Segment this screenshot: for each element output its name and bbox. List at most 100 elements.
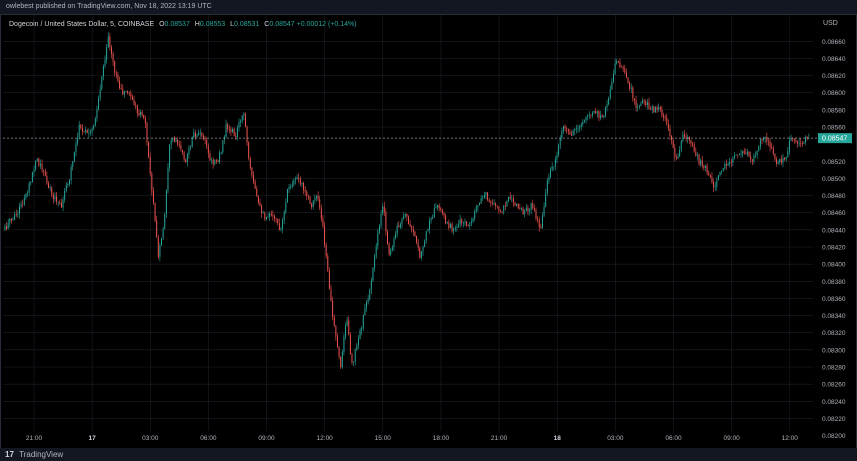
candle-body bbox=[651, 106, 653, 110]
candle-body bbox=[12, 219, 14, 221]
candle-body bbox=[742, 151, 744, 154]
publish-banner: owlebest published on TradingView.com, N… bbox=[0, 0, 857, 14]
candle-body bbox=[201, 132, 203, 136]
candle-body bbox=[696, 154, 698, 156]
candle-body bbox=[490, 201, 492, 204]
candle-body bbox=[382, 206, 384, 215]
candle-body bbox=[600, 115, 602, 119]
candle-body bbox=[349, 335, 351, 355]
candle-body bbox=[527, 207, 529, 212]
candle-body bbox=[448, 222, 450, 228]
candle-body bbox=[721, 170, 723, 172]
candle-body bbox=[661, 109, 663, 116]
candle-body bbox=[583, 120, 585, 122]
candle-body bbox=[729, 161, 731, 164]
candle-body bbox=[185, 159, 187, 163]
candle-body bbox=[756, 151, 758, 156]
candle-body bbox=[156, 220, 158, 238]
candle-body bbox=[519, 208, 521, 209]
candle-body bbox=[186, 154, 188, 163]
candlestick-chart[interactable]: 0.08660 0.08640 0.08620 0.08600 0.08580 0.085… bbox=[1, 15, 856, 448]
candle-body bbox=[91, 128, 93, 132]
candle-body bbox=[625, 72, 627, 78]
candle-body bbox=[675, 157, 677, 159]
chart-frame[interactable]: Dogecoin / United States Dollar, 5, COIN… bbox=[0, 14, 857, 449]
candle-body bbox=[27, 192, 29, 194]
price-tick-label: 0.08340 bbox=[822, 313, 846, 320]
candle-body bbox=[85, 129, 87, 133]
candle-body bbox=[491, 203, 493, 204]
symbol-name[interactable]: Dogecoin / United States Dollar, 5, COIN… bbox=[9, 21, 154, 28]
tradingview-logo-icon[interactable]: 17 bbox=[5, 448, 14, 461]
candle-body bbox=[438, 205, 440, 209]
candle-body bbox=[60, 202, 62, 208]
candle-body bbox=[514, 202, 516, 206]
candle-body bbox=[535, 209, 537, 219]
price-tick-label: 0.08220 bbox=[822, 416, 846, 423]
candle-body bbox=[509, 196, 511, 199]
candle-body bbox=[433, 208, 435, 217]
candle-body bbox=[222, 139, 224, 153]
change-value: +0.00012 (+0.14%) bbox=[296, 21, 357, 28]
candle-body bbox=[296, 177, 298, 180]
candle-body bbox=[503, 205, 505, 212]
candle-body bbox=[685, 136, 687, 140]
candle-body bbox=[743, 151, 745, 154]
candle-body bbox=[735, 154, 737, 156]
candle-body bbox=[734, 155, 736, 158]
candle-body bbox=[261, 205, 263, 214]
candle-body bbox=[217, 160, 219, 163]
candle-body bbox=[207, 146, 209, 154]
candle-body bbox=[62, 199, 64, 208]
candle-body bbox=[520, 208, 522, 209]
candle-body bbox=[619, 62, 621, 67]
candle-body bbox=[388, 244, 390, 255]
candle-body bbox=[640, 103, 642, 107]
candle-body bbox=[144, 118, 146, 124]
candle-body bbox=[157, 237, 159, 257]
candle-body bbox=[7, 222, 9, 229]
candle-body bbox=[564, 126, 566, 129]
candle-body bbox=[75, 143, 77, 153]
candle-body bbox=[566, 128, 568, 130]
price-tick-label: 0.08420 bbox=[822, 245, 846, 252]
candle-body bbox=[601, 115, 603, 118]
candle-body bbox=[412, 228, 414, 232]
candle-body bbox=[761, 139, 763, 141]
candle-body bbox=[474, 211, 476, 219]
candle-body bbox=[361, 328, 363, 331]
candle-body bbox=[283, 211, 285, 220]
candle-body bbox=[314, 198, 316, 201]
candle-body bbox=[758, 146, 760, 152]
candle-body bbox=[645, 101, 647, 105]
price-tick-label: 0.08620 bbox=[822, 73, 846, 80]
candle-body bbox=[107, 36, 109, 48]
candle-body bbox=[738, 153, 740, 155]
candle-body bbox=[238, 122, 240, 128]
price-tick-label: 0.08320 bbox=[822, 330, 846, 337]
candle-body bbox=[585, 116, 587, 121]
brand-name[interactable]: TradingView bbox=[19, 450, 63, 459]
candle-body bbox=[417, 242, 419, 248]
candle-body bbox=[587, 115, 589, 117]
candle-body bbox=[554, 159, 556, 167]
candle-body bbox=[784, 157, 786, 160]
candle-body bbox=[616, 61, 618, 64]
candle-body bbox=[732, 157, 734, 163]
candle-body bbox=[446, 222, 448, 224]
candle-body bbox=[416, 236, 418, 243]
candle-body bbox=[551, 166, 553, 170]
candle-body bbox=[533, 208, 535, 210]
candle-body bbox=[407, 216, 409, 224]
candle-body bbox=[708, 172, 710, 176]
price-tick-label: 0.08520 bbox=[822, 159, 846, 166]
candle-body bbox=[461, 219, 463, 224]
candle-body bbox=[440, 208, 442, 211]
time-axis: 21:00 17 03:00 06:00 09:00 12:00 15:00 18:00 21:… bbox=[26, 435, 798, 442]
price-tick-label: 0.08580 bbox=[822, 107, 846, 114]
candle-body bbox=[330, 289, 332, 301]
candle-body bbox=[603, 115, 605, 118]
candle-body bbox=[604, 107, 606, 116]
candle-body bbox=[432, 216, 434, 219]
candle-body bbox=[711, 176, 713, 183]
